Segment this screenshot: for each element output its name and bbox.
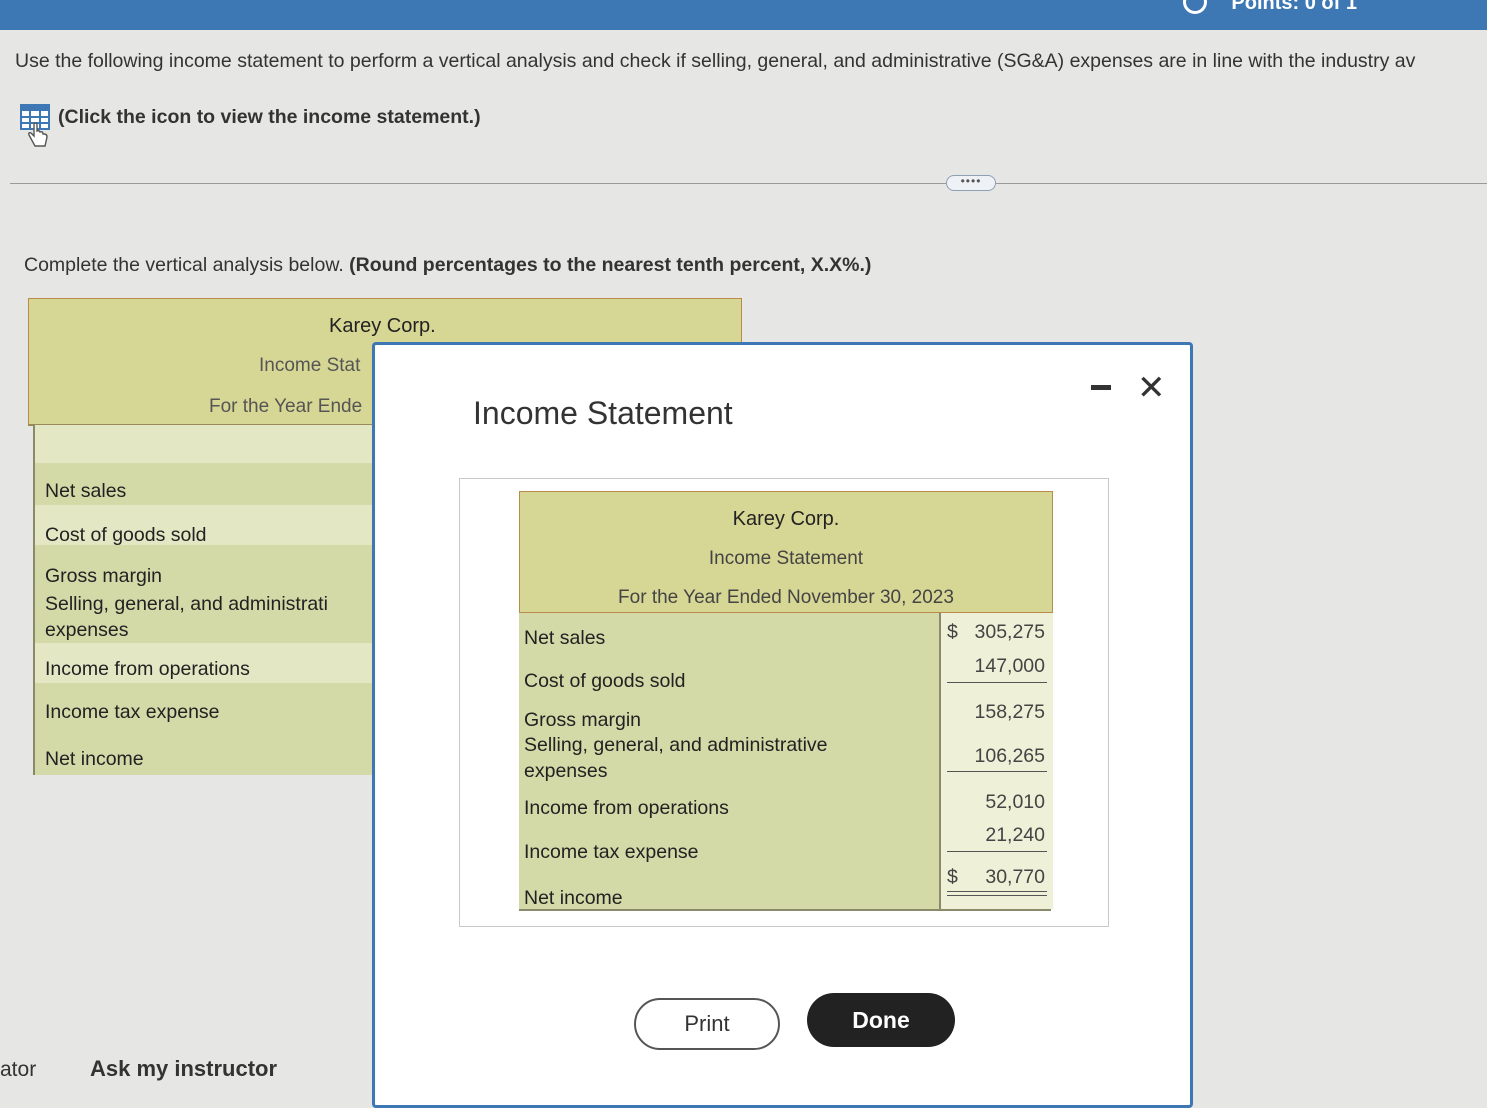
analysis-row: Cost of goods sold [45,524,207,546]
points-status: Points: 0 of 1 [1231,0,1357,14]
subtotal-underline [947,682,1047,683]
statement-value: 30,770 [985,866,1045,888]
income-statement-table: Karey Corp. Income Statement For the Yea… [519,491,1054,911]
statement-row-label: expenses [524,760,608,782]
analysis-row: Net income [45,748,144,770]
hand-cursor-icon [28,122,48,147]
subtotal-underline [947,771,1047,772]
income-statement-modal: Income Statement ✕ Karey Corp. Income St… [372,342,1193,1108]
complete-instruction: Complete the vertical analysis below. (R… [24,254,871,277]
analysis-row: Income tax expense [45,701,220,723]
statement-row-label: Net income [524,887,623,909]
analysis-row: expenses [45,619,129,641]
analysis-row: Gross margin [45,565,163,587]
statement-header: Karey Corp. Income Statement For the Yea… [519,491,1053,613]
statement-value: 21,240 [985,824,1045,846]
statement-value: 52,010 [985,791,1045,813]
statement-panel: Karey Corp. Income Statement For the Yea… [459,478,1109,927]
analysis-row: Selling, general, and administrati [45,593,328,615]
statement-company: Karey Corp. [732,508,840,530]
analysis-period: For the Year Ende [209,396,363,417]
done-button[interactable]: Done [807,993,955,1047]
statement-row-label: Cost of goods sold [524,670,686,692]
double-underline [947,895,1047,896]
print-button[interactable]: Print [634,998,780,1050]
analysis-row: Income from operations [45,658,250,680]
rounding-hint: (Round percentages to the nearest tenth … [349,254,872,276]
points-circle-icon [1183,0,1207,14]
statement-row-label: Selling, general, and administrative [524,734,828,756]
top-bar: Points: 0 of 1 [0,0,1487,30]
analysis-statement: Income Stat [259,355,361,376]
close-icon[interactable]: ✕ [1137,371,1166,405]
view-statement-link[interactable]: (Click the icon to view the income state… [20,104,481,130]
analysis-row: Net sales [45,480,127,502]
double-underline [947,891,1047,892]
currency-symbol: $ [947,866,958,888]
statement-row-label: Income tax expense [524,841,699,863]
expand-more-button[interactable]: •••• [946,175,996,191]
complete-text: Complete the vertical analysis below. [24,254,344,276]
modal-title: Income Statement [473,395,733,431]
subtotal-underline [947,851,1047,852]
view-statement-label: (Click the icon to view the income state… [58,105,481,128]
statement-row-label: Gross margin [524,709,642,731]
statement-period: For the Year Ended November 30, 2023 [618,587,954,608]
ask-instructor-link[interactable]: Ask my instructor [90,1056,277,1082]
analysis-rows: Net sales Cost of goods sold Gross margi… [33,425,395,775]
statement-row-label: Income from operations [524,797,729,819]
statement-value: 147,000 [974,655,1046,677]
statement-row-label: Net sales [524,627,606,649]
statement-value: 158,275 [974,701,1046,723]
analysis-company: Karey Corp. [329,315,436,337]
currency-symbol: $ [947,621,958,643]
statement-value: 106,265 [974,745,1046,767]
minimize-icon[interactable] [1091,385,1111,390]
question-instruction: Use the following income statement to pe… [15,50,1416,72]
section-divider [10,183,1487,184]
calculator-link[interactable]: ator [0,1058,36,1082]
statement-values: $ 305,275 147,000 158,275 106,265 52,010… [939,613,1053,909]
statement-name: Income Statement [708,548,864,569]
statement-value: 305,275 [974,621,1046,643]
